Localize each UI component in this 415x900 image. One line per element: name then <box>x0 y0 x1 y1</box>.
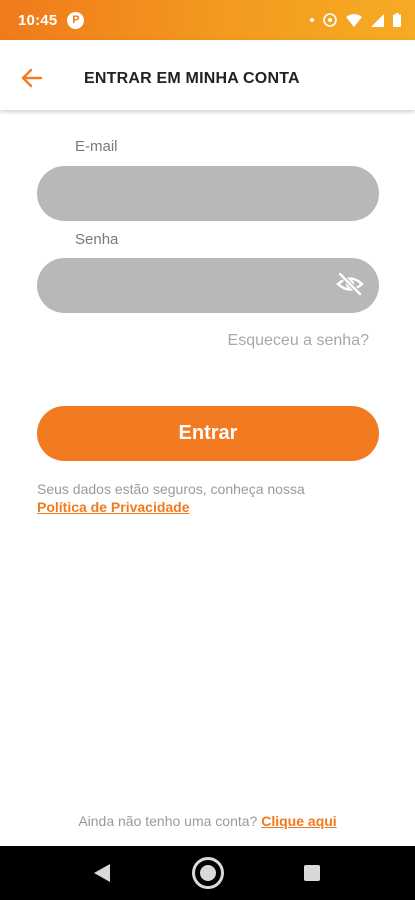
forgot-password-link[interactable]: Esqueceu a senha? <box>228 332 369 350</box>
battery-icon <box>393 13 401 27</box>
email-label: E-mail <box>75 138 118 155</box>
wifi-icon <box>346 13 362 27</box>
system-navigation-bar <box>0 846 415 900</box>
hotspot-icon <box>323 13 337 27</box>
privacy-notice: Seus dados estão seguros, conheça nossa <box>37 481 305 497</box>
arrow-left-icon <box>21 68 43 93</box>
signup-row: Ainda não tenho uma conta? Clique aqui <box>0 813 415 829</box>
privacy-policy-link[interactable]: Política de Privacidade <box>37 499 190 515</box>
nav-home-icon[interactable] <box>191 856 225 890</box>
password-label: Senha <box>75 231 119 248</box>
signup-link[interactable]: Clique aqui <box>261 813 336 829</box>
signal-icon <box>371 13 384 27</box>
page-title: ENTRAR EM MINHA CONTA <box>84 70 300 87</box>
status-time: 10:45 <box>18 11 58 29</box>
nav-back-icon[interactable] <box>93 863 111 888</box>
status-bar: 10:45 P <box>0 0 415 40</box>
login-button[interactable]: Entrar <box>37 406 379 461</box>
signup-text: Ainda não tenho uma conta? <box>78 813 258 829</box>
nav-recents-icon[interactable] <box>304 865 320 881</box>
password-visibility-toggle[interactable] <box>335 271 365 301</box>
app-notification-icon: P <box>67 11 85 29</box>
email-field[interactable] <box>37 166 379 221</box>
back-button[interactable] <box>20 68 44 92</box>
app-bar: ENTRAR EM MINHA CONTA <box>0 40 415 110</box>
notification-dot-icon <box>310 18 314 22</box>
password-field[interactable] <box>37 258 379 313</box>
eye-off-icon <box>336 271 364 301</box>
status-icons <box>310 13 401 27</box>
